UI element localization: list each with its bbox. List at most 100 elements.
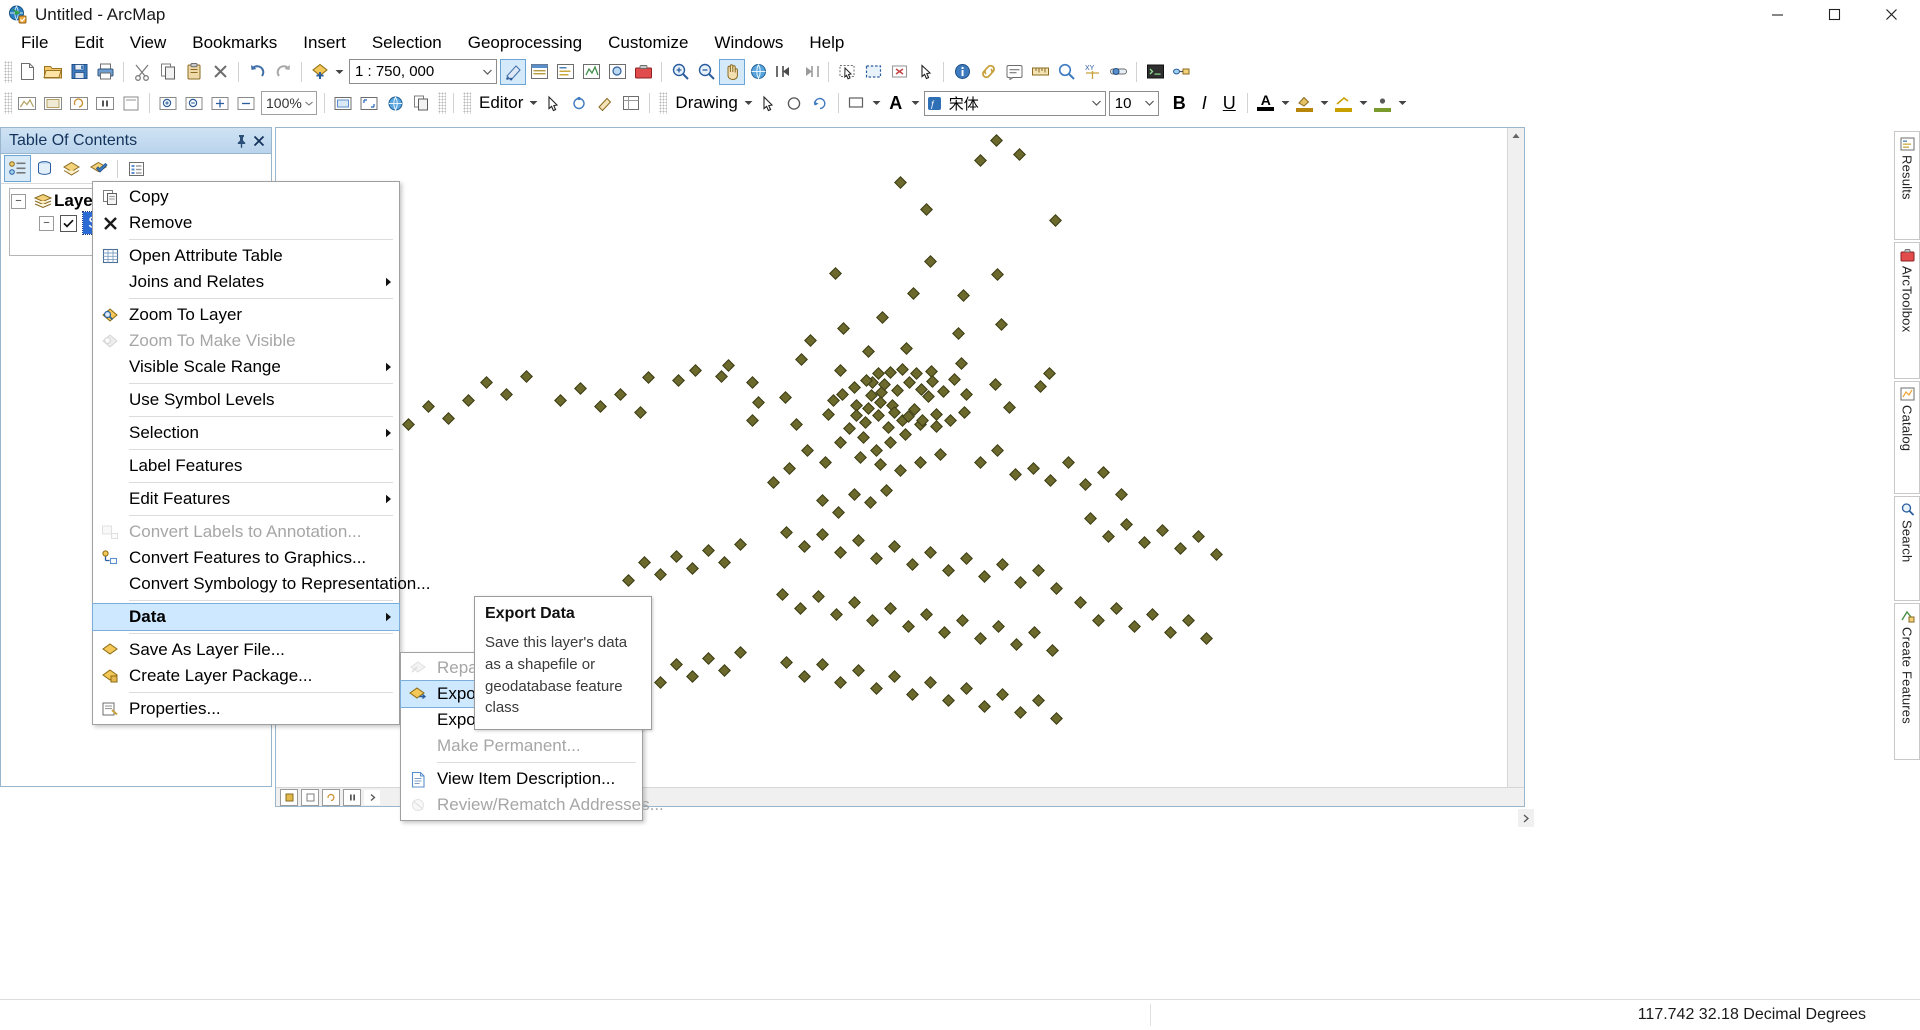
undo-arrow-icon[interactable]: [245, 60, 269, 84]
line-color-dropdown-arrow-icon[interactable]: [1357, 92, 1370, 114]
zoom-in-page-icon[interactable]: [156, 91, 180, 115]
menu-geoprocessing[interactable]: Geoprocessing: [455, 30, 595, 56]
submenu-item-view-item-description[interactable]: View Item Description...: [401, 766, 642, 792]
edit-scale-button[interactable]: [501, 60, 525, 84]
fill-color-icon[interactable]: [845, 91, 869, 115]
attributes-icon[interactable]: [619, 91, 643, 115]
search-window-button[interactable]: [605, 60, 629, 84]
fixed-zoom-in-icon[interactable]: [208, 91, 232, 115]
context-menu-item-properties[interactable]: Properties...: [93, 696, 399, 722]
context-menu-item-save-as-layer-file[interactable]: Save As Layer File...: [93, 637, 399, 663]
chevron-down-icon[interactable]: [479, 61, 496, 82]
font-color-button[interactable]: A: [883, 91, 909, 115]
draw-refresh-icon[interactable]: [322, 789, 340, 806]
text-color-dropdown-arrow-icon[interactable]: [1279, 92, 1292, 114]
menu-insert[interactable]: Insert: [290, 30, 359, 56]
marker-color-dropdown-arrow-icon[interactable]: [1396, 92, 1409, 114]
underline-button[interactable]: U: [1217, 91, 1242, 115]
arctoolbox-button[interactable]: [631, 60, 655, 84]
scissors-icon[interactable]: [130, 60, 154, 84]
pause-drawing-icon[interactable]: [93, 91, 117, 115]
minimize-button[interactable]: [1749, 0, 1806, 29]
layer-visibility-checkbox[interactable]: [60, 215, 77, 232]
map-scale-combobox[interactable]: 1 : 750, 000: [349, 59, 497, 84]
select-features-icon[interactable]: [835, 60, 859, 84]
context-menu-item-convert-symbology-to-representation[interactable]: Convert Symbology to Representation...: [93, 571, 399, 597]
refresh-view-icon[interactable]: [67, 91, 91, 115]
zoom-out-page-icon[interactable]: [182, 91, 206, 115]
drawing-dropdown-arrow-icon[interactable]: [742, 92, 755, 114]
context-menu-item-remove[interactable]: Remove: [93, 210, 399, 236]
fill-swatch-dropdown-arrow-icon[interactable]: [1318, 92, 1331, 114]
context-menu-item-use-symbol-levels[interactable]: Use Symbol Levels: [93, 387, 399, 413]
clear-selection-icon[interactable]: [887, 60, 911, 84]
focus-data-frame-icon[interactable]: [357, 91, 381, 115]
context-menu-item-label-features[interactable]: Label Features: [93, 453, 399, 479]
copy-map-icon[interactable]: [409, 91, 433, 115]
draw-pause-icon[interactable]: [343, 789, 361, 806]
context-menu-item-joins-and-relates[interactable]: Joins and Relates: [93, 269, 399, 295]
select-by-rectangle-icon[interactable]: [861, 60, 885, 84]
clipboard-icon[interactable]: [182, 60, 206, 84]
collapse-layer-icon[interactable]: −: [39, 216, 54, 231]
draw-layout-icon[interactable]: [301, 789, 319, 806]
text-color-button[interactable]: A: [1253, 91, 1279, 115]
context-menu-item-zoom-to-layer[interactable]: Zoom To Layer: [93, 302, 399, 328]
layout-view-icon[interactable]: [41, 91, 65, 115]
go-to-xy-icon[interactable]: XY: [1080, 60, 1104, 84]
context-menu-item-convert-features-to-graphics[interactable]: Convert Features to Graphics...: [93, 545, 399, 571]
dock-tab-catalog[interactable]: Catalog: [1894, 381, 1920, 494]
catalog-window-button[interactable]: [579, 60, 603, 84]
dock-tab-create-features[interactable]: Create Features: [1894, 603, 1920, 760]
list-by-visibility-button[interactable]: [59, 156, 84, 181]
italic-button[interactable]: I: [1192, 91, 1217, 115]
rotate-graphic-icon[interactable]: [808, 91, 832, 115]
menu-help[interactable]: Help: [796, 30, 857, 56]
list-by-source-button[interactable]: [32, 156, 57, 181]
toolbar-grip[interactable]: [438, 92, 446, 114]
options-button[interactable]: [124, 156, 149, 181]
context-menu-item-visible-scale-range[interactable]: Visible Scale Range: [93, 354, 399, 380]
hyperlink-icon[interactable]: [976, 60, 1000, 84]
time-slider-icon[interactable]: [1106, 60, 1130, 84]
editor-grip[interactable]: [463, 92, 471, 114]
close-icon[interactable]: [250, 131, 267, 150]
edit-tool-arrow-icon[interactable]: [541, 91, 565, 115]
printer-icon[interactable]: [93, 60, 117, 84]
map-scroll-right-icon[interactable]: [1518, 809, 1534, 827]
page-setup-icon[interactable]: [119, 91, 143, 115]
zoom-next-extent-icon[interactable]: [798, 60, 822, 84]
edit-vertices-icon[interactable]: [567, 91, 591, 115]
map-vertical-scrollbar[interactable]: [1507, 128, 1524, 807]
floppy-disk-icon[interactable]: [67, 60, 91, 84]
toolbar-grip[interactable]: [4, 92, 12, 114]
font-family-combobox[interactable]: ƒ 宋体: [924, 91, 1106, 116]
select-elements-icon[interactable]: [913, 60, 937, 84]
draw-next-icon[interactable]: [364, 790, 380, 805]
copy-icon[interactable]: [156, 60, 180, 84]
find-icon[interactable]: [1054, 60, 1078, 84]
python-window-icon[interactable]: [1143, 60, 1167, 84]
zoom-percent-combobox[interactable]: 100%: [261, 91, 317, 115]
context-menu-item-edit-features[interactable]: Edit Features: [93, 486, 399, 512]
list-by-drawing-order-button[interactable]: [5, 156, 30, 181]
context-menu-item-data[interactable]: Data: [93, 604, 399, 630]
redo-arrow-icon[interactable]: [271, 60, 295, 84]
menu-bookmarks[interactable]: Bookmarks: [179, 30, 290, 56]
pan-hand-icon[interactable]: [720, 60, 744, 84]
measure-icon[interactable]: [1028, 60, 1052, 84]
chevron-down-icon[interactable]: [1141, 93, 1158, 114]
collapse-layers-icon[interactable]: −: [11, 194, 26, 209]
editor-dropdown-arrow-icon[interactable]: [527, 92, 540, 114]
menu-windows[interactable]: Windows: [701, 30, 796, 56]
zoom-previous-extent-icon[interactable]: [772, 60, 796, 84]
open-folder-icon[interactable]: [41, 60, 65, 84]
font-size-combobox[interactable]: 10: [1109, 91, 1159, 116]
menu-selection[interactable]: Selection: [359, 30, 455, 56]
menu-customize[interactable]: Customize: [595, 30, 701, 56]
drawing-menu-label[interactable]: Drawing: [669, 93, 741, 113]
scroll-up-icon[interactable]: [1508, 128, 1524, 144]
chevron-down-icon[interactable]: [302, 93, 316, 114]
chevron-down-icon[interactable]: [1088, 93, 1105, 114]
menu-file[interactable]: File: [8, 30, 61, 56]
